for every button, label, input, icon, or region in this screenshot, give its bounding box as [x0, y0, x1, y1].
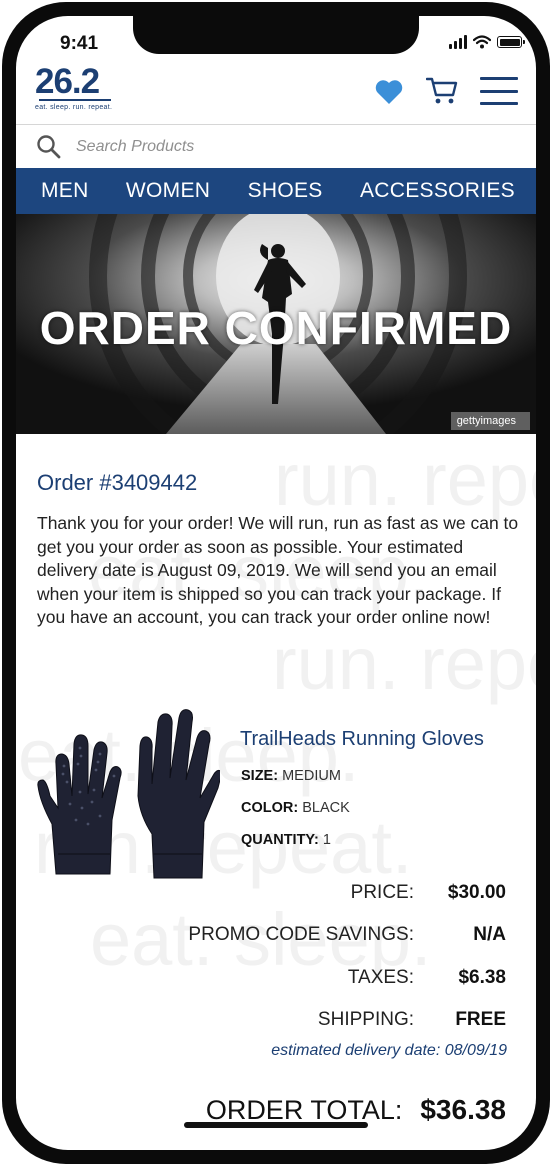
- app-header: 26.2 eat. sleep. run. repeat.: [16, 62, 536, 124]
- promo-label: PROMO CODE SAVINGS:: [188, 924, 414, 945]
- quantity-value: 1: [322, 832, 331, 848]
- status-time: 9:41: [60, 33, 99, 54]
- taxes-row: TAXES: $6.38: [16, 967, 506, 989]
- wifi-icon: [473, 35, 491, 49]
- size-value: MEDIUM: [282, 768, 341, 784]
- nav-item-accessories[interactable]: ACCESSORIES: [360, 179, 515, 203]
- image-credit: gettyimages: [450, 412, 530, 430]
- hero-title: ORDER CONFIRMED: [39, 302, 513, 354]
- color-value: BLACK: [302, 800, 350, 816]
- notch: [133, 16, 419, 54]
- logo-tagline: eat. sleep. run. repeat.: [35, 104, 113, 111]
- product-color: COLOR: BLACK: [241, 800, 350, 816]
- total-value: $36.38: [420, 1094, 506, 1125]
- battery-icon: [497, 36, 525, 48]
- taxes-value: $6.38: [458, 967, 506, 988]
- logo[interactable]: 26.2 eat. sleep. run. repeat.: [35, 64, 115, 112]
- phone-frame: 9:41 26.2 eat. sleep. run. repeat. Searc…: [2, 2, 550, 1164]
- shipping-label: SHIPPING:: [317, 1009, 414, 1030]
- signal-icon: [449, 35, 467, 49]
- nav-item-women[interactable]: WOMEN: [126, 179, 210, 203]
- logo-text: 26.2: [35, 64, 115, 101]
- price-row: PRICE: $30.00: [16, 882, 506, 904]
- price-value: $30.00: [447, 882, 506, 903]
- taxes-label: TAXES:: [347, 967, 414, 988]
- cart-icon[interactable]: [426, 76, 458, 106]
- nav-item-shoes[interactable]: SHOES: [248, 179, 323, 203]
- quantity-label: QUANTITY:: [241, 832, 319, 848]
- promo-value: N/A: [473, 924, 506, 945]
- price-label: PRICE:: [350, 882, 414, 903]
- color-label: COLOR:: [241, 800, 299, 816]
- product-name[interactable]: TrailHeads Running Gloves: [240, 728, 484, 751]
- shipping-row: SHIPPING: FREE: [16, 1009, 506, 1031]
- screen: 9:41 26.2 eat. sleep. run. repeat. Searc…: [16, 16, 536, 1150]
- watermark-line: run. repeat.: [272, 622, 536, 705]
- hero-banner: ORDER CONFIRMED gettyimages: [16, 214, 536, 434]
- eta-value: 08/09/19: [444, 1042, 507, 1059]
- promo-row: PROMO CODE SAVINGS: N/A: [16, 924, 506, 946]
- eta-label: estimated delivery date:: [271, 1042, 441, 1059]
- order-content: run. repeat. eat. sleep. run. repeat. ea…: [16, 434, 536, 1150]
- product-quantity: QUANTITY: 1: [241, 832, 331, 848]
- search-bar: [16, 124, 536, 169]
- size-label: SIZE:: [241, 768, 279, 784]
- category-nav: MEN WOMEN SHOES ACCESSORIES: [16, 168, 536, 214]
- header-icons: [374, 76, 518, 106]
- product-size: SIZE: MEDIUM: [241, 768, 341, 784]
- estimated-delivery: estimated delivery date: 08/09/19: [271, 1042, 507, 1060]
- menu-icon[interactable]: [480, 77, 518, 105]
- order-message: Thank you for your order! We will run, r…: [37, 513, 519, 627]
- product-image[interactable]: [34, 704, 220, 880]
- search-icon[interactable]: [36, 134, 62, 160]
- status-icons: [449, 35, 525, 49]
- home-indicator[interactable]: [184, 1122, 368, 1128]
- order-number: Order #3409442: [37, 470, 198, 495]
- heart-icon[interactable]: [374, 78, 404, 105]
- search-input[interactable]: [74, 137, 458, 157]
- shipping-value: FREE: [455, 1009, 506, 1030]
- nav-item-men[interactable]: MEN: [41, 179, 89, 203]
